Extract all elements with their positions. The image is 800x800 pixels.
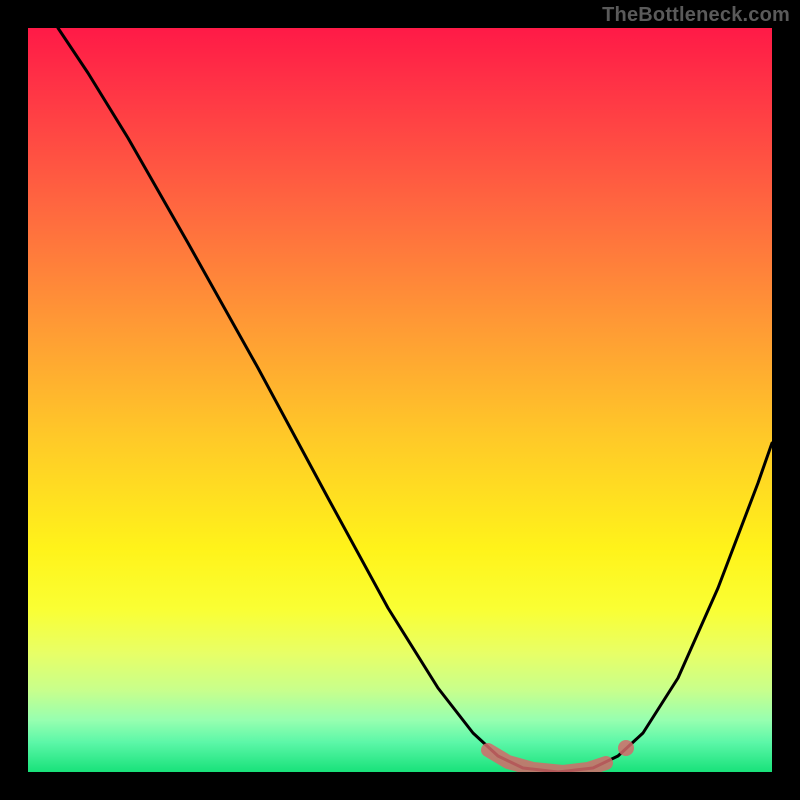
watermark-label: TheBottleneck.com	[602, 4, 790, 27]
chart-svg	[28, 28, 772, 772]
plot-area	[28, 28, 772, 772]
highlight-dot	[618, 740, 634, 756]
chart-container: TheBottleneck.com	[0, 0, 800, 800]
bottleneck-curve	[58, 28, 772, 772]
highlight-segment	[488, 750, 606, 772]
